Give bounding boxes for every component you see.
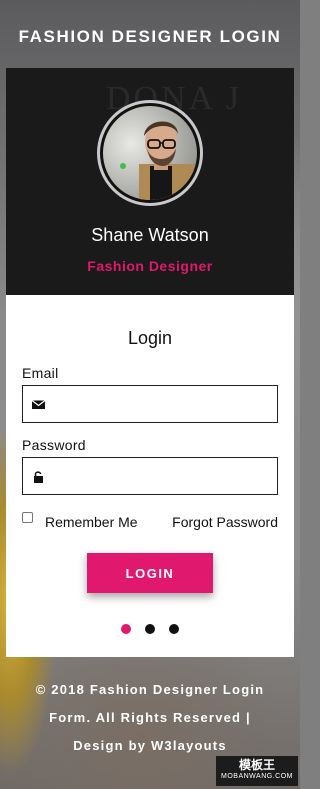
carousel-dot[interactable] <box>121 624 131 634</box>
login-card: DONA J Shane Watson Fashion Designer Log… <box>6 68 294 657</box>
footer-line: Form. All Rights Reserved | <box>49 710 251 725</box>
envelope-icon <box>32 400 45 409</box>
remember-me[interactable]: Remember Me <box>22 511 138 530</box>
password-field[interactable] <box>22 457 278 496</box>
email-field[interactable] <box>22 385 278 424</box>
page-title: FASHION DESIGNER LOGIN <box>18 27 282 46</box>
carousel-dot[interactable] <box>169 624 179 634</box>
password-input[interactable] <box>53 458 277 496</box>
login-heading: Login <box>127 328 173 348</box>
forgot-password-link[interactable]: Forgot Password <box>172 514 278 530</box>
profile-role: Fashion Designer <box>87 258 213 274</box>
login-button[interactable]: LOGIN <box>87 553 213 593</box>
remember-label: Remember Me <box>45 514 138 530</box>
watermark-label: 模板王 <box>238 758 275 772</box>
email-input[interactable] <box>53 386 277 424</box>
avatar <box>103 106 197 200</box>
carousel-dots <box>6 624 294 634</box>
password-label: Password <box>22 437 86 453</box>
carousel-dot[interactable] <box>145 624 155 634</box>
watermark-logo: 模板王 MOBANWANG.COM <box>216 756 298 786</box>
avatar-frame <box>97 100 203 206</box>
profile-name: Shane Watson <box>91 225 209 245</box>
watermark-sub: MOBANWANG.COM <box>221 773 293 780</box>
email-label: Email <box>22 365 59 381</box>
lock-icon <box>34 471 43 483</box>
remember-checkbox[interactable] <box>22 511 33 523</box>
profile-header: DONA J Shane Watson Fashion Designer <box>6 68 294 295</box>
footer-copyright: © 2018 Fashion Designer Login Form. All … <box>10 676 290 760</box>
footer-line: © 2018 Fashion Designer Login <box>35 682 265 697</box>
